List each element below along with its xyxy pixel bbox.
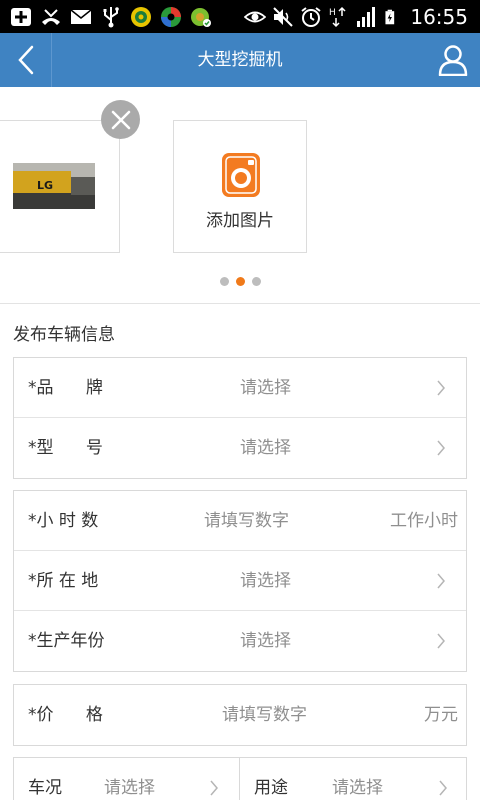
usage-field[interactable]: 用途 请选择 xyxy=(240,758,468,800)
status-bar-system: H 16:55 xyxy=(244,4,468,30)
section-title: 发布车辆信息 xyxy=(13,325,115,345)
page-title: 大型挖掘机 xyxy=(197,50,283,70)
brand-label: *品 牌 xyxy=(28,378,103,398)
signal-icon xyxy=(357,7,376,27)
svg-text:H: H xyxy=(329,8,336,18)
add-image-button[interactable]: 添加图片 xyxy=(173,120,307,253)
location-row[interactable]: *所 在 地 请选择 xyxy=(14,551,466,611)
add-icon xyxy=(11,8,31,26)
chevron-right-icon xyxy=(210,780,218,796)
chevron-right-icon xyxy=(437,633,445,649)
brand-select[interactable]: 请选择 xyxy=(240,358,291,418)
price-group: *价 格 请填写数字 万元 xyxy=(13,684,467,746)
uploaded-photo[interactable]: LG xyxy=(0,120,120,253)
carousel-dot xyxy=(219,277,229,286)
location-select[interactable]: 请选择 xyxy=(240,551,291,611)
close-icon xyxy=(111,110,130,129)
app-icon xyxy=(131,7,151,27)
price-input[interactable]: 请填写数字 xyxy=(222,685,307,745)
app-icon xyxy=(161,7,181,27)
app-icon xyxy=(191,8,211,27)
year-select[interactable]: 请选择 xyxy=(240,611,291,671)
price-unit: 万元 xyxy=(424,705,458,725)
hours-row[interactable]: *小 时 数 请填写数字 工作小时 xyxy=(14,491,466,551)
excavator-photo: LG xyxy=(13,163,95,209)
carousel-dot xyxy=(251,277,261,286)
add-image-label: 添加图片 xyxy=(206,211,274,231)
eye-icon xyxy=(244,11,267,23)
condition-usage-group: 车况 请选择 用途 请选择 xyxy=(13,757,467,800)
status-bar-notifications xyxy=(10,4,212,30)
model-select[interactable]: 请选择 xyxy=(240,418,291,478)
data-arrows-icon: H xyxy=(329,6,346,28)
chevron-right-icon xyxy=(437,440,445,456)
mail-icon xyxy=(70,9,92,24)
chevron-right-icon xyxy=(437,380,445,396)
model-row[interactable]: *型 号 请选择 xyxy=(14,418,466,478)
condition-field[interactable]: 车况 请选择 xyxy=(14,758,240,800)
price-row[interactable]: *价 格 请填写数字 万元 xyxy=(14,685,466,745)
chevron-right-icon xyxy=(439,780,447,796)
price-label: *价 格 xyxy=(28,705,103,725)
alarm-icon xyxy=(301,7,321,27)
image-carousel[interactable]: LG 添加图片 xyxy=(0,87,480,303)
brand-row[interactable]: *品 牌 请选择 xyxy=(14,358,466,418)
carousel-indicator xyxy=(0,277,480,286)
year-row[interactable]: *生产年份 请选择 xyxy=(14,611,466,671)
hours-unit: 工作小时 xyxy=(390,511,458,531)
hours-label: *小 时 数 xyxy=(28,511,99,531)
mute-icon xyxy=(273,7,294,27)
usage-select[interactable]: 请选择 xyxy=(332,758,383,800)
usage-label: 用途 xyxy=(254,778,288,798)
divider xyxy=(0,303,480,304)
status-bar: H 16:55 xyxy=(0,0,480,33)
battery-charging-icon xyxy=(385,9,395,25)
chevron-right-icon xyxy=(437,573,445,589)
condition-label: 车况 xyxy=(28,778,62,798)
missed-call-icon xyxy=(42,9,60,25)
nav-bar: 大型挖掘机 xyxy=(0,33,480,87)
location-label: *所 在 地 xyxy=(28,571,99,591)
camera-icon xyxy=(222,153,260,197)
hours-input[interactable]: 请填写数字 xyxy=(204,491,289,551)
year-label: *生产年份 xyxy=(28,631,105,651)
user-icon[interactable] xyxy=(438,44,468,76)
model-label: *型 号 xyxy=(28,438,103,458)
remove-photo-button[interactable] xyxy=(101,100,140,139)
usb-icon xyxy=(103,7,119,28)
condition-select[interactable]: 请选择 xyxy=(104,758,155,800)
carousel-dot-active xyxy=(235,277,245,286)
details-group: *小 时 数 请填写数字 工作小时 *所 在 地 请选择 *生产年份 请选择 xyxy=(13,490,467,672)
brand-model-group: *品 牌 请选择 *型 号 请选择 xyxy=(13,357,467,479)
status-time: 16:55 xyxy=(410,5,468,29)
photo-logo-text: LG xyxy=(37,179,53,192)
